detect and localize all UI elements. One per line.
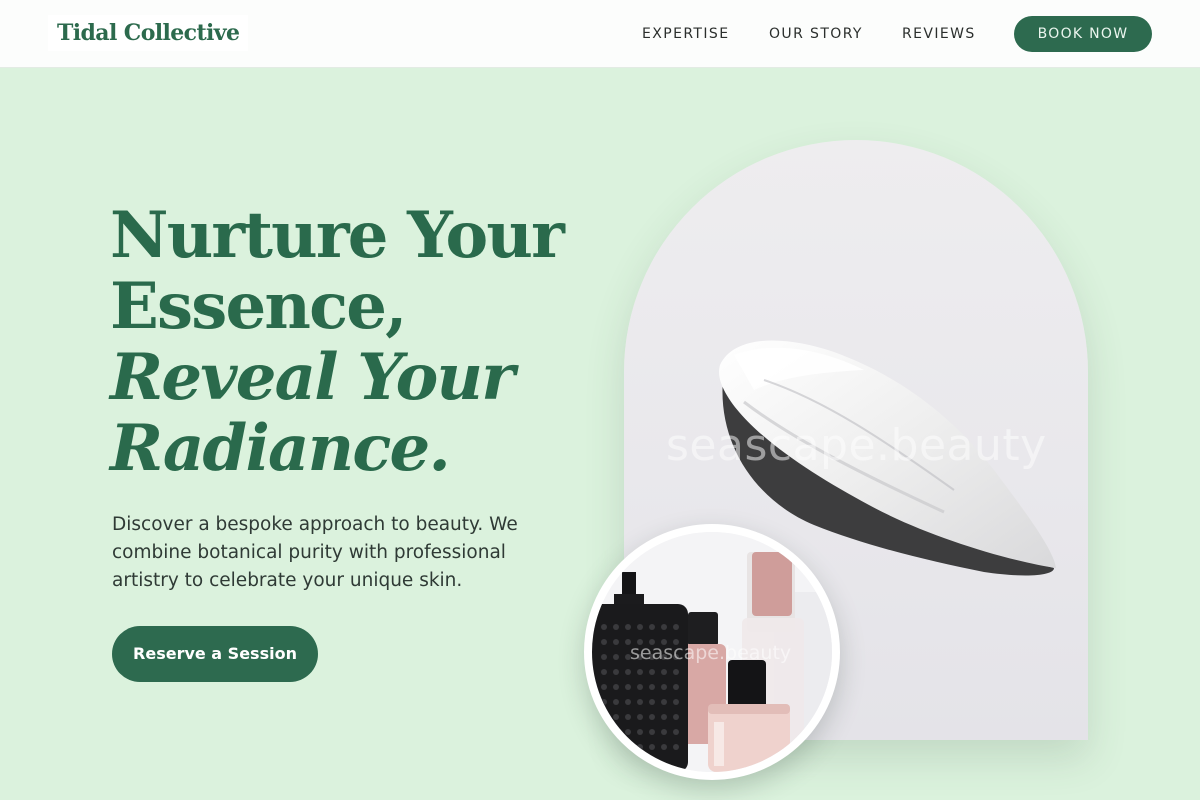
site-header: Tidal Collective EXPERTISE OUR STORY REV… <box>0 0 1200 68</box>
products-inset-image: seascape.beauty <box>584 524 840 780</box>
headline-line-4: Radiance. <box>110 411 451 486</box>
brand-logo[interactable]: Tidal Collective <box>48 15 249 51</box>
image-watermark: seascape.beauty <box>666 420 1047 471</box>
book-now-button[interactable]: BOOK NOW <box>1014 16 1152 52</box>
headline-line-3: Reveal Your <box>110 340 515 415</box>
reserve-session-button[interactable]: Reserve a Session <box>112 626 318 682</box>
headline-line-2: Essence, <box>110 269 407 344</box>
hero-intro: Discover a bespoke approach to beauty. W… <box>112 514 518 591</box>
hero-headline: Nurture Your Essence, Reveal Your Radian… <box>110 200 580 484</box>
nav-link-our-story[interactable]: OUR STORY <box>769 24 863 44</box>
products-inset-frame: seascape.beauty <box>592 532 832 772</box>
headline-line-1: Nurture Your <box>110 198 565 273</box>
nav-link-reviews[interactable]: REVIEWS <box>902 24 976 44</box>
inset-watermark: seascape.beauty <box>630 642 792 664</box>
nav-link-expertise[interactable]: EXPERTISE <box>642 24 729 44</box>
